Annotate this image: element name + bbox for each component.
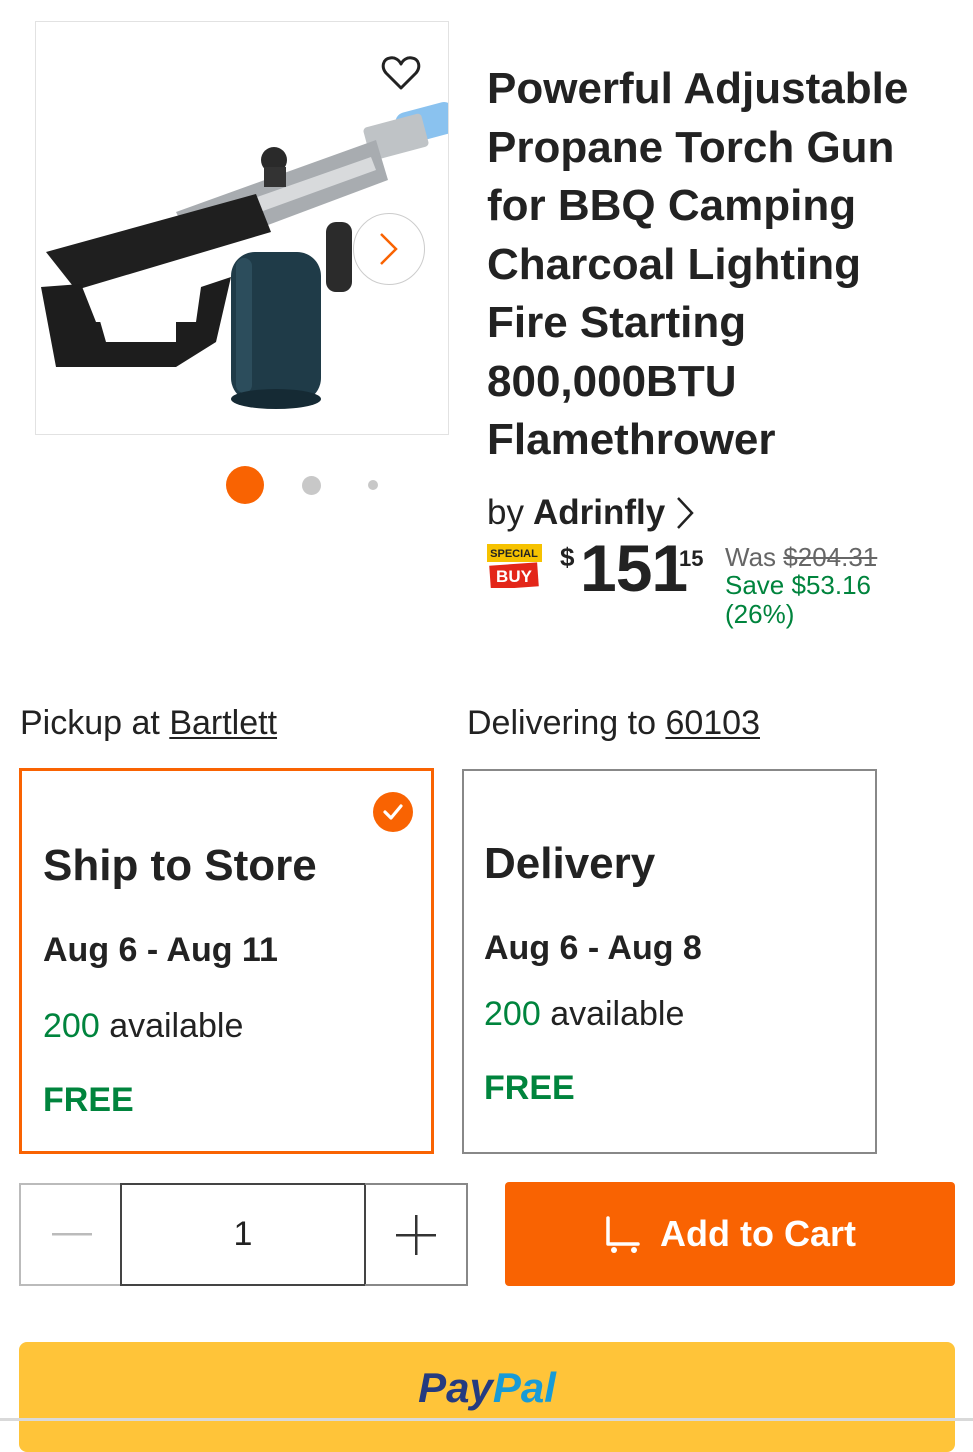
store-link[interactable]: Bartlett <box>169 704 277 742</box>
option-title: Delivery <box>484 839 656 888</box>
special-buy-badge: SPECIAL BUY <box>487 544 542 590</box>
paypal-logo-pay: Pay <box>418 1364 493 1411</box>
carousel-dot[interactable] <box>302 476 321 495</box>
special-buy-bottom: BUY <box>496 567 533 586</box>
add-to-cart-label: Add to Cart <box>660 1213 856 1254</box>
was-price: Was $204.31 <box>725 542 878 572</box>
paypal-button[interactable]: Pay Pal <box>19 1342 955 1452</box>
ship-to-store-option[interactable]: Ship to Store Aug 6 - Aug 11 200 availab… <box>19 768 434 1154</box>
delivery-location: Delivering to 60103 <box>467 704 760 742</box>
carousel-dot-active[interactable] <box>226 466 264 504</box>
option-availability: 200 available <box>484 995 685 1033</box>
plus-icon <box>395 1214 436 1255</box>
chevron-right-icon <box>677 497 694 529</box>
price-currency: $ <box>560 542 575 572</box>
paypal-logo-pal: Pal <box>492 1364 556 1411</box>
quantity-input[interactable]: 1 <box>120 1183 366 1286</box>
option-title: Ship to Store <box>43 841 317 890</box>
option-availability: 200 available <box>43 1007 244 1045</box>
price-cents: 15 <box>679 546 704 571</box>
brand-prefix: by <box>487 493 524 532</box>
minus-icon <box>51 1232 92 1235</box>
chevron-right-icon <box>380 233 398 265</box>
brand-name: Adrinfly <box>532 493 666 532</box>
heart-icon[interactable] <box>380 52 422 94</box>
brand-link[interactable]: by Adrinfly <box>487 493 697 533</box>
cart-icon <box>606 1216 640 1253</box>
bottom-divider <box>0 1418 973 1421</box>
carousel-dot[interactable] <box>368 480 378 490</box>
option-dates: Aug 6 - Aug 11 <box>43 931 278 969</box>
add-to-cart-button[interactable]: Add to Cart <box>505 1182 955 1286</box>
savings: Save $53.16 (26%) <box>725 570 872 629</box>
decrease-quantity-button[interactable] <box>19 1183 122 1286</box>
checkmark-icon <box>373 792 413 832</box>
product-title: Powerful Adjustable Propane Torch Gun fo… <box>487 64 909 464</box>
option-price: FREE <box>484 1069 575 1107</box>
increase-quantity-button[interactable] <box>365 1183 468 1286</box>
zip-link[interactable]: 60103 <box>665 704 760 742</box>
pickup-location: Pickup at Bartlett <box>20 704 278 742</box>
next-image-button[interactable] <box>353 213 425 285</box>
special-buy-top: SPECIAL <box>490 548 538 560</box>
price-dollars: 151 <box>580 531 688 605</box>
option-dates: Aug 6 - Aug 8 <box>484 929 702 967</box>
delivery-option[interactable]: Delivery Aug 6 - Aug 8 200 available FRE… <box>462 769 877 1154</box>
option-price: FREE <box>43 1081 134 1119</box>
